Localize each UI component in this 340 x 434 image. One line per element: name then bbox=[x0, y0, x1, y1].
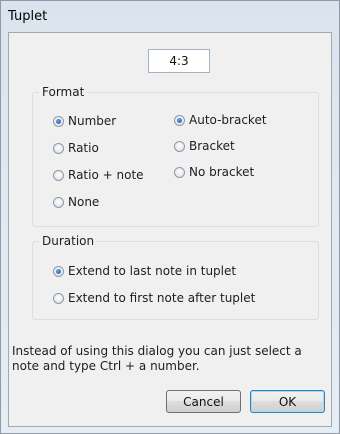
radio-bracket-label: Bracket bbox=[189, 139, 235, 153]
radio-dot bbox=[53, 142, 64, 154]
radio-none-label: None bbox=[68, 195, 100, 209]
radio-dot bbox=[53, 169, 64, 181]
radio-none[interactable]: None bbox=[53, 195, 99, 209]
radio-dot bbox=[53, 196, 64, 208]
radio-no-bracket[interactable]: No bracket bbox=[174, 165, 254, 179]
duration-group: Duration Extend to last note in tuplet E… bbox=[32, 234, 319, 320]
title-bar[interactable]: Tuplet bbox=[1, 1, 339, 31]
radio-ratio-label: Ratio bbox=[68, 141, 99, 155]
tuplet-dialog: Tuplet Format Number Ratio Ratio + note … bbox=[0, 0, 340, 434]
radio-auto-bracket[interactable]: Auto-bracket bbox=[174, 113, 267, 127]
format-group-legend: Format bbox=[39, 85, 88, 99]
radio-dot bbox=[53, 265, 64, 277]
help-text: Instead of using this dialog you can jus… bbox=[12, 344, 302, 373]
radio-no-bracket-label: No bracket bbox=[189, 165, 255, 179]
radio-ratio[interactable]: Ratio bbox=[53, 141, 99, 155]
radio-number-label: Number bbox=[68, 114, 117, 128]
radio-extend-first-note-after[interactable]: Extend to first note after tuplet bbox=[53, 291, 255, 305]
radio-ratio-note[interactable]: Ratio + note bbox=[53, 168, 144, 182]
radio-extend-last-note-label: Extend to last note in tuplet bbox=[68, 264, 237, 278]
radio-dot bbox=[53, 292, 64, 304]
radio-extend-last-note[interactable]: Extend to last note in tuplet bbox=[53, 264, 236, 278]
dialog-body: Format Number Ratio Ratio + note None Au… bbox=[8, 32, 332, 427]
radio-number[interactable]: Number bbox=[53, 114, 116, 128]
radio-auto-bracket-label: Auto-bracket bbox=[189, 113, 267, 127]
radio-dot bbox=[53, 115, 64, 127]
radio-dot bbox=[174, 140, 185, 152]
window-title: Tuplet bbox=[8, 9, 48, 24]
radio-dot bbox=[174, 166, 185, 178]
ok-button[interactable]: OK bbox=[250, 390, 325, 413]
radio-ratio-note-label: Ratio + note bbox=[68, 168, 144, 182]
cancel-button[interactable]: Cancel bbox=[166, 390, 241, 413]
radio-bracket[interactable]: Bracket bbox=[174, 139, 235, 153]
radio-extend-first-note-after-label: Extend to first note after tuplet bbox=[68, 291, 256, 305]
format-group: Format Number Ratio Ratio + note None Au… bbox=[32, 85, 319, 227]
duration-group-legend: Duration bbox=[39, 234, 98, 248]
tuplet-ratio-input[interactable] bbox=[148, 49, 210, 73]
radio-dot bbox=[174, 114, 185, 126]
